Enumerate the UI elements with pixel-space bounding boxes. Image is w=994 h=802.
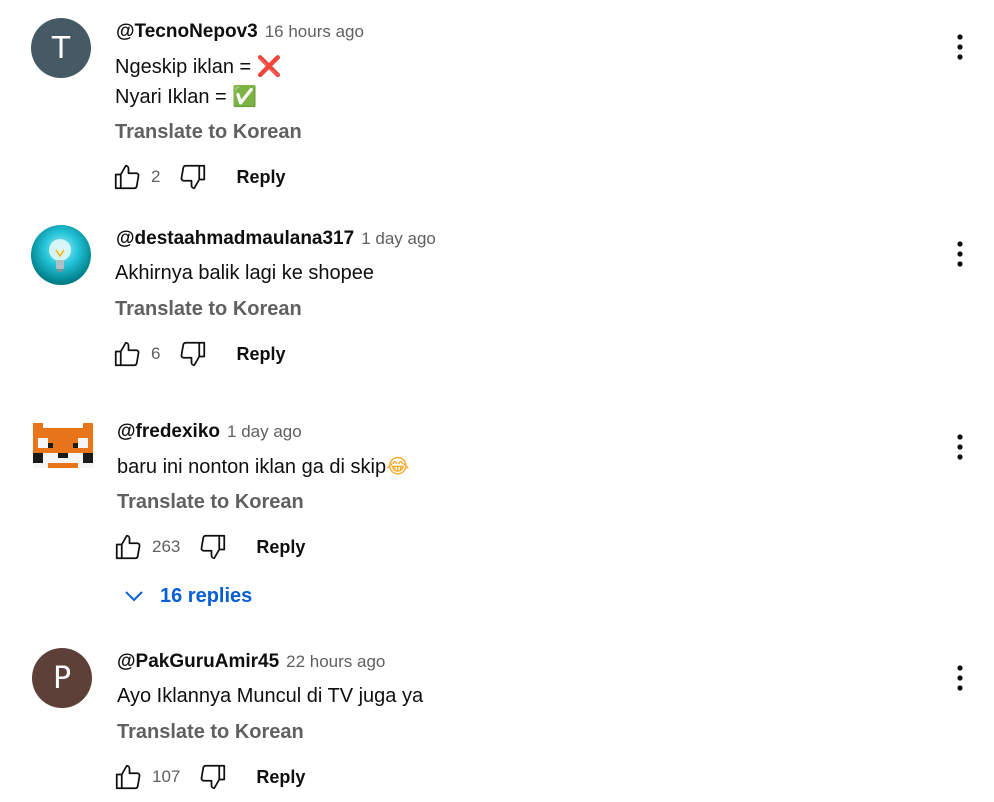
comment-timestamp[interactable]: 16 hours ago: [265, 22, 364, 42]
reply-button[interactable]: Reply: [256, 767, 305, 788]
avatar[interactable]: [33, 418, 93, 478]
like-count: 2: [151, 167, 161, 186]
avatar[interactable]: T: [31, 18, 91, 78]
comment-author[interactable]: @PakGuruAmir45: [117, 651, 279, 673]
comment-text-line: Nyari Iklan = ✅: [115, 84, 258, 108]
vertical-dots-icon: [957, 434, 963, 460]
avatar-letter: P: [52, 660, 72, 696]
more-actions-button[interactable]: [946, 430, 974, 464]
comment-author[interactable]: @fredexiko: [117, 421, 220, 443]
dislike-icon[interactable]: [178, 339, 208, 369]
translate-link[interactable]: Translate to Korean: [117, 491, 304, 514]
reply-button[interactable]: Reply: [236, 344, 285, 365]
like-count: 107: [152, 767, 181, 786]
like-icon[interactable]: [113, 532, 143, 562]
vertical-dots-icon: [957, 241, 963, 267]
translate-link[interactable]: Translate to Korean: [115, 298, 302, 321]
more-actions-button[interactable]: [946, 237, 974, 271]
like-icon[interactable]: [112, 162, 142, 192]
comment-author[interactable]: @destaahmadmaulana317: [116, 228, 354, 250]
reply-button[interactable]: Reply: [236, 167, 285, 188]
dislike-icon[interactable]: [178, 162, 208, 192]
chevron-down-icon: [125, 591, 143, 602]
like-count: 263: [152, 537, 181, 556]
check-mark-emoji: ✅: [232, 84, 258, 108]
translate-link[interactable]: Translate to Korean: [117, 721, 304, 744]
comment-author[interactable]: @TecnoNepov3: [116, 21, 258, 43]
cross-mark-emoji: ❌: [256, 54, 282, 78]
like-icon[interactable]: [112, 339, 142, 369]
comment-timestamp[interactable]: 22 hours ago: [286, 652, 385, 672]
comment-text-line: Ayo Iklannya Muncul di TV juga ya: [117, 685, 424, 707]
avatar-letter: T: [51, 30, 71, 66]
comment-text-line: baru ini nonton iklan ga di skip😂: [117, 454, 410, 478]
translate-link[interactable]: Translate to Korean: [115, 121, 302, 144]
avatar[interactable]: [31, 225, 91, 285]
vertical-dots-icon: [957, 665, 963, 691]
dislike-icon[interactable]: [198, 532, 228, 562]
more-actions-button[interactable]: [946, 661, 974, 695]
more-actions-button[interactable]: [946, 30, 974, 64]
reply-button[interactable]: Reply: [256, 537, 305, 558]
vertical-dots-icon: [957, 34, 963, 60]
comment-text-line: Ngeskip iklan = ❌: [115, 54, 282, 78]
lightbulb-icon: [49, 239, 71, 272]
comment-text-line: Akhirnya balik lagi ke shopee: [115, 262, 375, 284]
view-replies-button[interactable]: 16 replies: [122, 584, 252, 608]
fox-pixel-icon: [33, 423, 93, 468]
like-icon[interactable]: [113, 762, 143, 792]
laughing-emoji: 😂: [386, 454, 410, 478]
comment-timestamp[interactable]: 1 day ago: [361, 229, 436, 249]
avatar[interactable]: P: [32, 648, 92, 708]
like-count: 6: [151, 344, 161, 363]
comment-timestamp[interactable]: 1 day ago: [227, 422, 302, 442]
dislike-icon[interactable]: [198, 762, 228, 792]
replies-count-label: 16 replies: [160, 584, 253, 607]
